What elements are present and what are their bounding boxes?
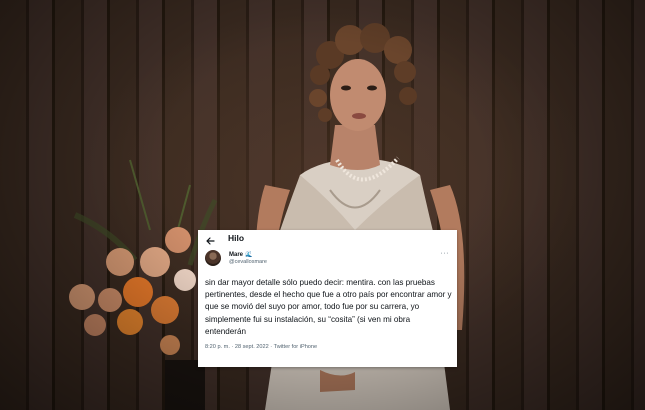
author-handle[interactable]: @cevallosmare [229, 259, 267, 265]
avatar[interactable] [205, 250, 221, 266]
tweet-card[interactable]: Hilo Mare 🌊 @cevallosmare ··· sin dar may… [198, 230, 457, 367]
more-options-icon[interactable]: ··· [441, 250, 450, 257]
back-arrow-icon[interactable] [205, 233, 215, 245]
author-display-name[interactable]: Mare 🌊 [229, 251, 253, 258]
background-photo: Hilo Mare 🌊 @cevallosmare ··· sin dar may… [0, 0, 645, 410]
page-title: Hilo [228, 233, 245, 243]
tweet-timestamp[interactable]: 8:20 p. m. · 28 sept. 2022 · Twitter for… [205, 344, 317, 350]
tweet-body-text: sin dar mayor detalle sólo puedo decir: … [205, 278, 452, 336]
wave-emoji-icon: 🌊 [245, 252, 253, 258]
thread-header: Hilo [198, 230, 457, 247]
author-name-text: Mare [229, 252, 244, 258]
